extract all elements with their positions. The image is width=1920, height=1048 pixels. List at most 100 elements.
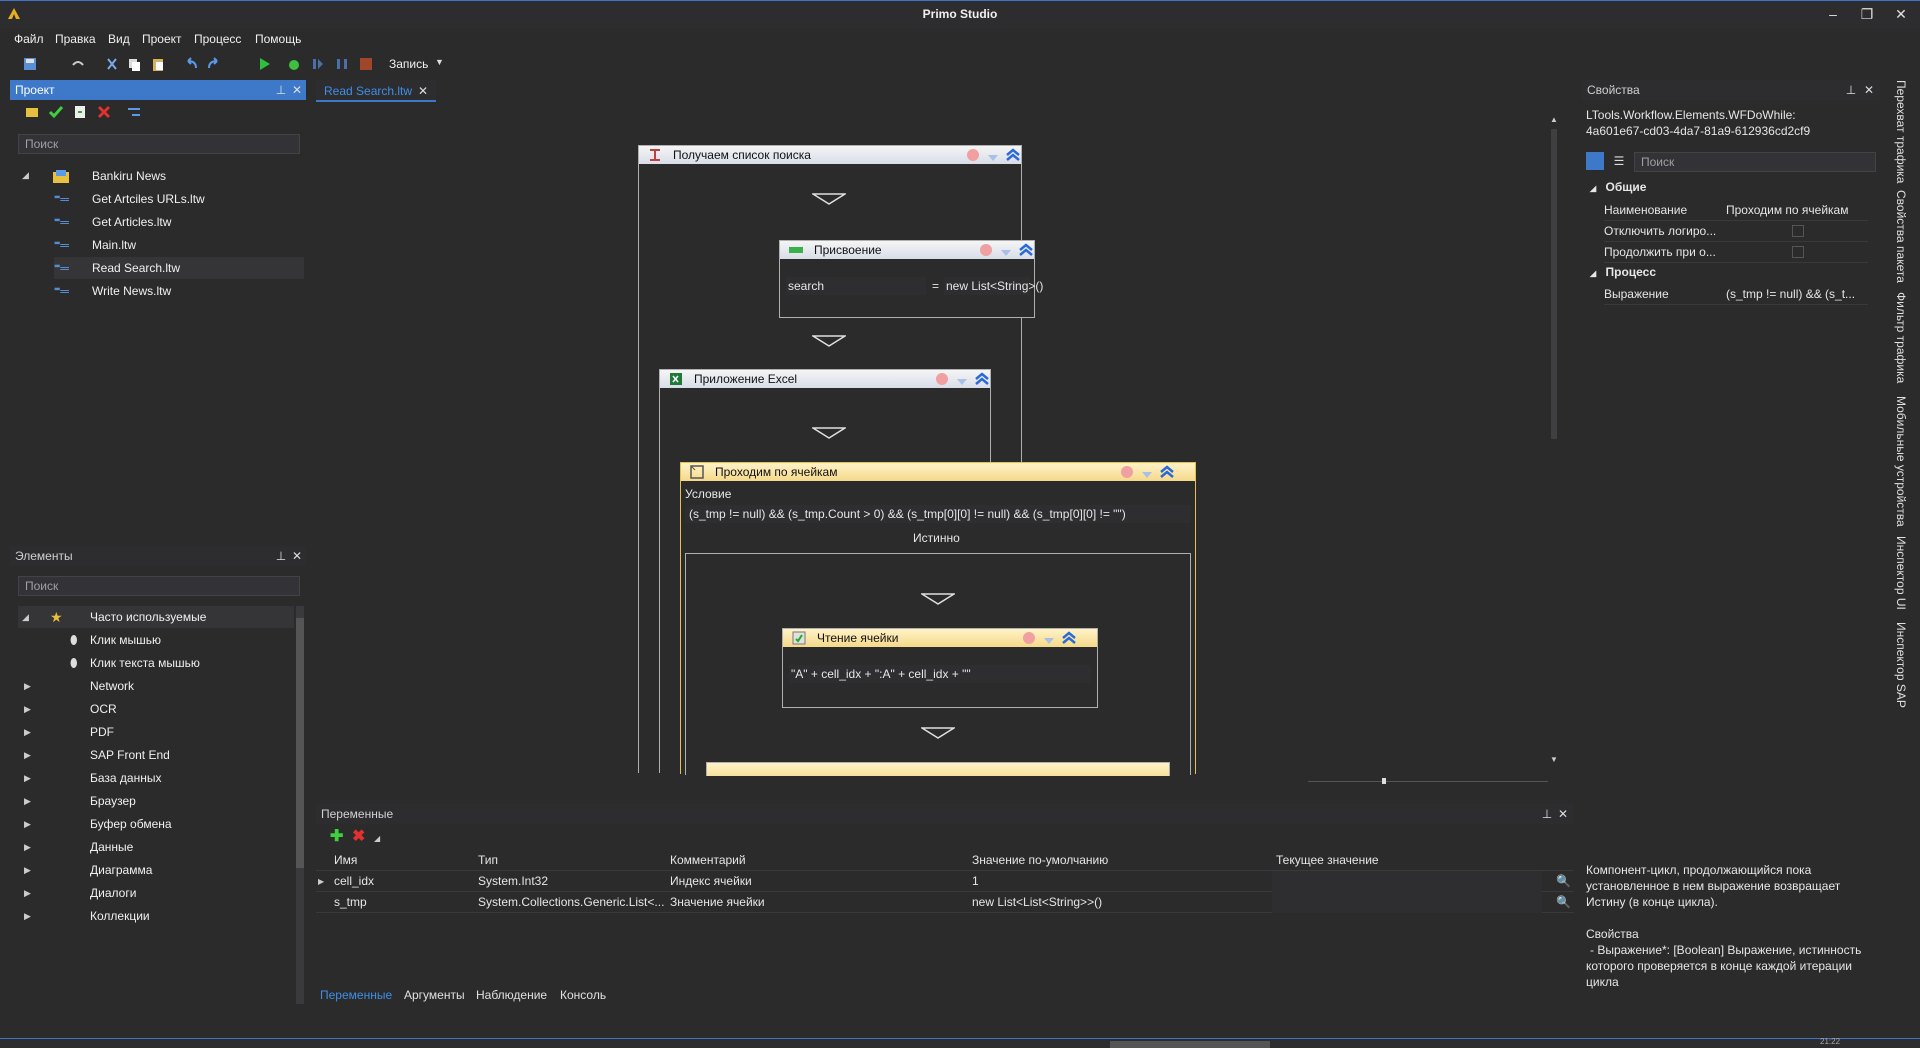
tree-file[interactable]: ⁼═ Write News.ltw bbox=[54, 280, 304, 302]
activity-header[interactable]: Получаем список поиска bbox=[639, 146, 1021, 164]
category-general[interactable]: ◢ Общие bbox=[1590, 180, 1646, 194]
assign-target-input[interactable]: search bbox=[786, 277, 926, 295]
scroll-up-icon[interactable]: ▲ bbox=[1550, 115, 1558, 124]
activity-assign[interactable]: Присвоение search = new List<String>() bbox=[779, 240, 1043, 318]
element-item[interactable]: ⬮ Клик текста мышью bbox=[18, 652, 294, 674]
table-row[interactable]: s_tmp System.Collections.Generic.List<..… bbox=[316, 892, 1574, 913]
inspect-icon[interactable]: 🔍 bbox=[1556, 892, 1571, 913]
variable-comment[interactable]: Значение ячейки bbox=[666, 892, 966, 913]
side-tab-sap-inspector[interactable]: Инспектор SAP bbox=[1888, 622, 1908, 708]
tab-arguments[interactable]: Аргументы bbox=[404, 988, 465, 1002]
status-scroll[interactable] bbox=[1110, 1041, 1270, 1048]
tab-console[interactable]: Консоль bbox=[560, 988, 606, 1002]
element-category[interactable]: ◢ ★ Часто используемые bbox=[18, 606, 294, 628]
category-process[interactable]: ◢ Процесс bbox=[1590, 265, 1656, 279]
element-category[interactable]: ▶ Коллекции bbox=[18, 905, 294, 927]
close-panel-icon[interactable]: ✕ bbox=[290, 80, 304, 100]
variable-type[interactable]: System.Collections.Generic.List<... bbox=[474, 892, 664, 913]
stop-icon[interactable] bbox=[358, 56, 374, 72]
record-button[interactable]: Запись bbox=[389, 57, 428, 71]
workflow-canvas[interactable]: ▲ ▼ Получаем список поиска Присвоение se… bbox=[316, 105, 1566, 784]
activity-header[interactable]: Чтение ячейки bbox=[783, 629, 1097, 647]
collapse-icon[interactable] bbox=[1018, 243, 1034, 257]
element-category[interactable]: ▶ Браузер bbox=[18, 790, 294, 812]
menu-project[interactable]: Проект bbox=[142, 32, 182, 46]
activity-sequence[interactable]: Получаем список поиска Присвоение search… bbox=[638, 145, 1196, 776]
menu-file[interactable]: Файл bbox=[14, 32, 44, 46]
step-into-icon[interactable] bbox=[310, 56, 326, 72]
pin-icon[interactable]: ⊥ bbox=[1540, 804, 1554, 824]
element-category[interactable]: ▶ OCR bbox=[18, 698, 294, 720]
side-tab-mobile[interactable]: Мобильные устройства bbox=[1888, 396, 1908, 527]
collapse-icon[interactable] bbox=[1061, 631, 1077, 645]
add-file-icon[interactable] bbox=[24, 104, 40, 120]
canvas-vscroll[interactable]: ▲ ▼ bbox=[1550, 115, 1558, 765]
properties-search-input[interactable]: Поиск bbox=[1634, 152, 1876, 172]
cut-icon[interactable] bbox=[104, 56, 120, 72]
column-header[interactable]: Тип bbox=[474, 850, 664, 871]
move-down-icon[interactable] bbox=[954, 372, 970, 386]
record-dropdown-icon[interactable]: ▼ bbox=[435, 57, 444, 67]
new-doc-icon[interactable] bbox=[72, 104, 88, 120]
paste-icon[interactable] bbox=[150, 56, 166, 72]
property-row[interactable]: Наименование Проходим по ячейкам bbox=[1604, 200, 1868, 221]
collapse-icon[interactable] bbox=[974, 372, 990, 386]
side-tab-package-props[interactable]: Свойства пакета bbox=[1888, 190, 1908, 283]
tab-variables[interactable]: Переменные bbox=[320, 988, 392, 1002]
checkbox[interactable] bbox=[1792, 246, 1804, 258]
assign-value-input[interactable]: new List<String>() bbox=[944, 277, 1043, 295]
pin-icon[interactable]: ⊥ bbox=[274, 80, 288, 100]
save-icon[interactable] bbox=[22, 56, 38, 72]
project-search-input[interactable]: Поиск bbox=[18, 134, 300, 154]
element-category[interactable]: ▶ База данных bbox=[18, 767, 294, 789]
restore-button[interactable]: ❐ bbox=[1852, 3, 1882, 25]
variable-comment[interactable]: Индекс ячейки bbox=[666, 871, 966, 892]
close-panel-icon[interactable]: ✕ bbox=[290, 546, 304, 566]
disable-icon[interactable] bbox=[965, 148, 981, 162]
zoom-slider[interactable] bbox=[1308, 778, 1548, 784]
tab-watch[interactable]: Наблюдение bbox=[476, 988, 547, 1002]
variable-default[interactable]: new List<List<String>>() bbox=[968, 892, 1268, 913]
disable-icon[interactable] bbox=[1021, 631, 1037, 645]
undo-icon[interactable] bbox=[183, 56, 199, 72]
element-item[interactable]: ⬮ Клик мышью bbox=[18, 629, 294, 651]
close-tab-icon[interactable]: ✕ bbox=[418, 84, 428, 98]
tree-options-icon[interactable] bbox=[126, 104, 142, 120]
element-category[interactable]: ▶ SAP Front End bbox=[18, 744, 294, 766]
condition-input[interactable]: (s_tmp != null) && (s_tmp.Count > 0) && … bbox=[685, 505, 1191, 523]
element-category[interactable]: ▶ Данные bbox=[18, 836, 294, 858]
menu-help[interactable]: Помощь bbox=[255, 32, 301, 46]
close-panel-icon[interactable]: ✕ bbox=[1862, 80, 1876, 100]
property-row[interactable]: Выражение (s_tmp != null) && (s_t... bbox=[1604, 284, 1868, 305]
disable-icon[interactable] bbox=[934, 372, 950, 386]
zoom-slider-thumb[interactable] bbox=[1382, 778, 1386, 784]
activity-read-cell[interactable]: Чтение ячейки "A" + cell_idx + ":A" + ce… bbox=[782, 628, 1098, 708]
activity-header[interactable] bbox=[707, 763, 1169, 776]
checkbox[interactable] bbox=[1792, 225, 1804, 237]
pin-icon[interactable]: ⊥ bbox=[1844, 80, 1858, 100]
property-row[interactable]: Продолжить при о... bbox=[1604, 242, 1868, 263]
delete-variable-icon[interactable]: ✖ bbox=[352, 826, 365, 846]
delete-icon[interactable] bbox=[96, 104, 112, 120]
property-row[interactable]: Отключить логиро... bbox=[1604, 221, 1868, 242]
element-category[interactable]: ▶ Буфер обмена bbox=[18, 813, 294, 835]
collapse-icon[interactable] bbox=[1005, 148, 1021, 162]
close-panel-icon[interactable]: ✕ bbox=[1556, 804, 1570, 824]
run-icon[interactable] bbox=[256, 56, 272, 72]
categorized-view-icon[interactable] bbox=[1586, 152, 1604, 170]
table-row[interactable]: ▶ cell_idx System.Int32 Индекс ячейки 1 … bbox=[316, 871, 1574, 892]
column-header[interactable]: Комментарий bbox=[666, 850, 966, 871]
tree-file[interactable]: ⁼═ Get Articles.ltw bbox=[54, 211, 304, 233]
close-window-button[interactable]: ✕ bbox=[1886, 3, 1916, 25]
tree-file-selected[interactable]: ⁼═ Read Search.ltw bbox=[54, 257, 304, 279]
step-over-icon[interactable] bbox=[334, 56, 350, 72]
loop-body[interactable]: Чтение ячейки "A" + cell_idx + ":A" + ce… bbox=[685, 553, 1191, 776]
side-tab-traffic[interactable]: Перехват трафика bbox=[1888, 80, 1908, 183]
undo-history-icon[interactable] bbox=[70, 56, 86, 72]
variable-name[interactable]: s_tmp bbox=[330, 892, 470, 913]
side-tab-traffic-filter[interactable]: Фильтр трафика bbox=[1888, 292, 1908, 383]
column-header[interactable]: Имя bbox=[330, 850, 464, 871]
menu-view[interactable]: Вид bbox=[108, 32, 130, 46]
variable-type[interactable]: System.Int32 bbox=[474, 871, 664, 892]
elements-search-input[interactable]: Поиск bbox=[18, 576, 300, 596]
